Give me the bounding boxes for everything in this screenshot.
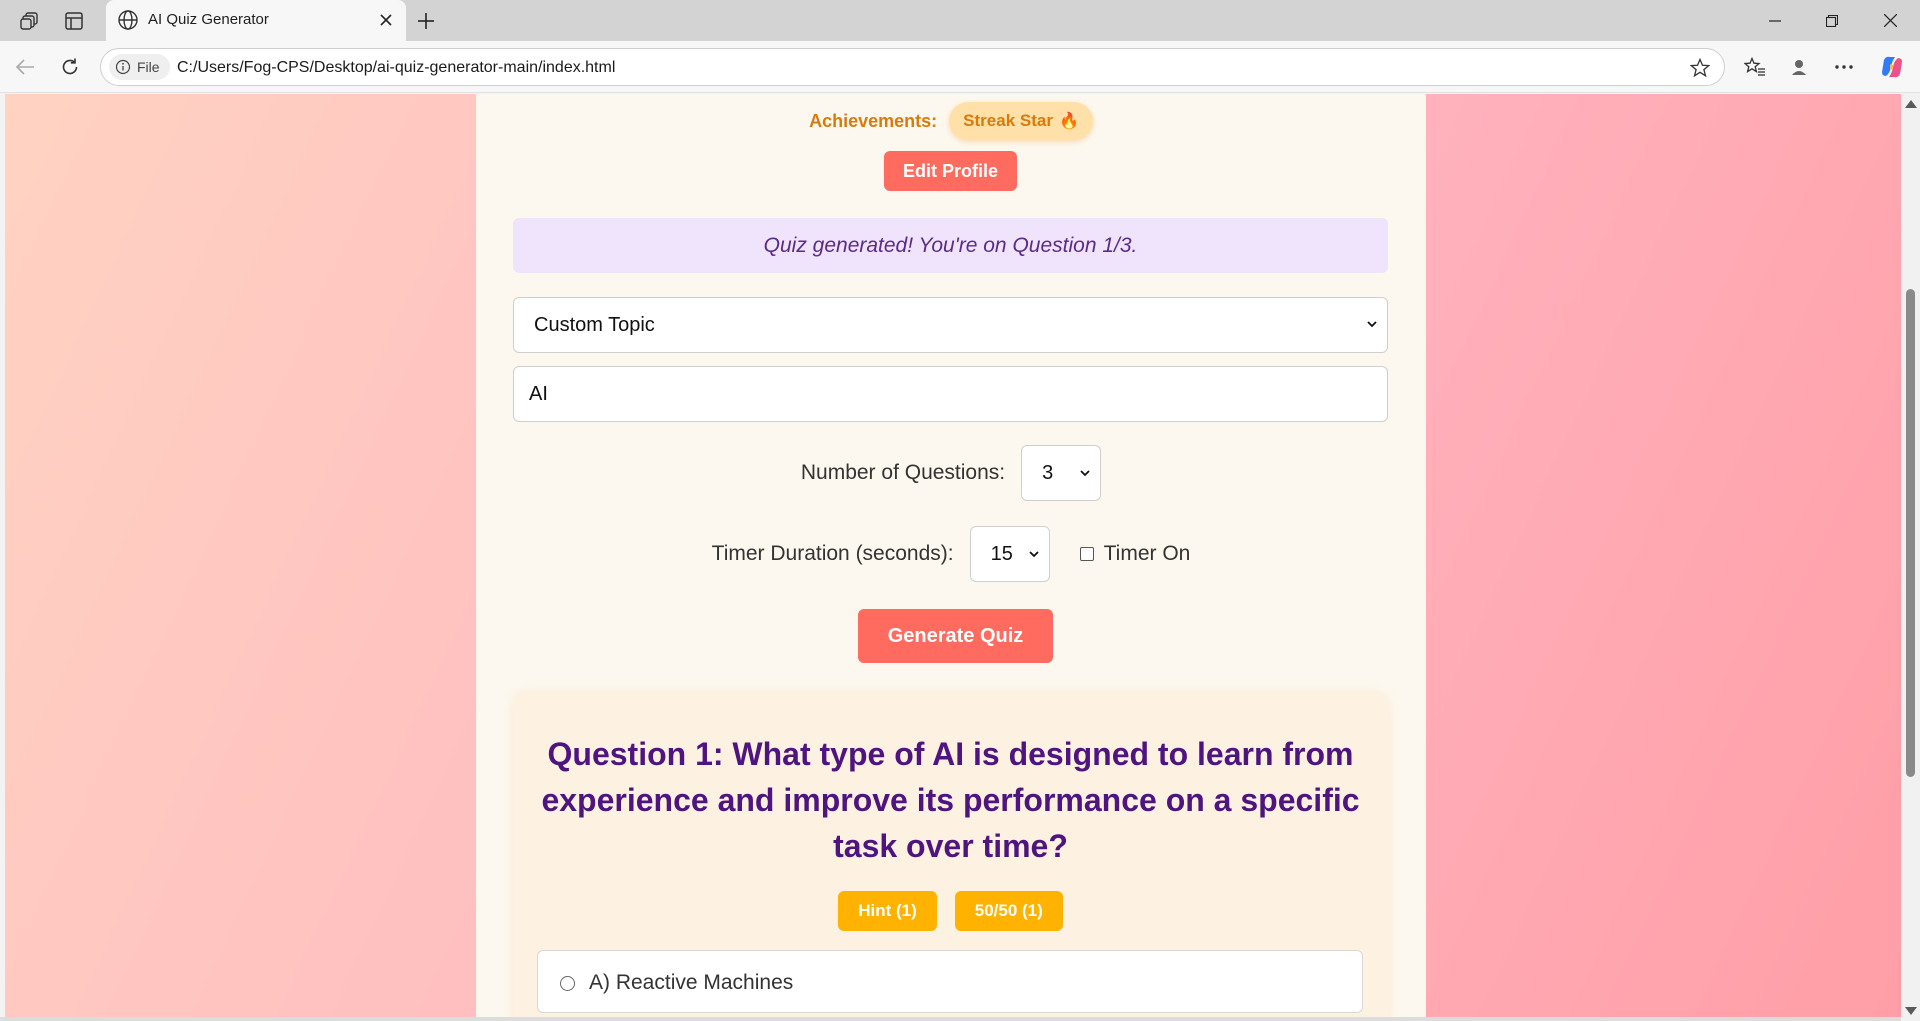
timer-on-checkbox[interactable] (1079, 547, 1094, 561)
scroll-down-arrow-icon[interactable] (1905, 1007, 1917, 1015)
edit-profile-button[interactable]: Edit Profile (884, 151, 1017, 191)
window-bottom-edge (0, 1017, 1901, 1021)
lifeline-row: Hint (1) 50/50 (1) (513, 891, 1388, 931)
site-info-button[interactable]: File (109, 54, 170, 80)
fire-icon: 🔥 (1058, 113, 1079, 130)
topic-select[interactable]: Custom Topic (513, 297, 1388, 353)
minimize-icon[interactable] (1747, 0, 1803, 41)
achievements-label: Achievements: (809, 110, 938, 131)
back-icon[interactable] (10, 52, 40, 82)
profile-icon[interactable] (1784, 52, 1814, 82)
question-text: Question 1: What type of AI is designed … (541, 736, 1360, 864)
page-scrollbar[interactable] (1901, 94, 1920, 1021)
scrollbar-thumb[interactable] (1906, 289, 1915, 777)
favorites-icon[interactable] (1740, 52, 1770, 82)
topic-select-value: Custom Topic (534, 314, 655, 336)
close-window-icon[interactable] (1862, 0, 1918, 41)
tab-title: AI Quiz Generator (148, 11, 269, 28)
copilot-icon[interactable] (1877, 52, 1907, 82)
num-questions-value: 3 (1042, 462, 1054, 484)
achievement-badge: Streak Star 🔥 (949, 102, 1093, 140)
browser-titlebar: AI Quiz Generator (0, 0, 1920, 41)
num-questions-row: Number of Questions: 3 (476, 445, 1426, 501)
badge-label: Streak Star (963, 111, 1053, 130)
workspaces-icon[interactable] (17, 8, 43, 34)
main-card: Achievements: Streak Star 🔥 Edit Profile… (476, 94, 1426, 1017)
option-label: A) Reactive Machines (589, 971, 794, 994)
custom-topic-value: AI (529, 383, 548, 405)
scroll-up-arrow-icon[interactable] (1905, 100, 1917, 108)
hint-button[interactable]: Hint (1) (838, 891, 937, 931)
timer-duration-value: 15 (990, 543, 1013, 565)
browser-tab[interactable]: AI Quiz Generator (106, 0, 406, 41)
refresh-icon[interactable] (55, 52, 85, 82)
timer-duration-label: Timer Duration (seconds): (711, 542, 954, 565)
answer-option[interactable]: A) Reactive Machines (537, 950, 1363, 1013)
globe-icon (117, 9, 139, 31)
chevron-down-icon (1028, 551, 1039, 558)
achievements-row: Achievements: Streak Star 🔥 (476, 102, 1426, 140)
new-tab-icon[interactable] (412, 7, 440, 35)
browser-toolbar: File C:/Users/Fog-CPS/Desktop/ai-quiz-ge… (0, 41, 1920, 93)
custom-topic-input[interactable]: AI (513, 366, 1388, 422)
address-bar[interactable]: File C:/Users/Fog-CPS/Desktop/ai-quiz-ge… (100, 48, 1725, 86)
url-text: C:/Users/Fog-CPS/Desktop/ai-quiz-generat… (177, 59, 616, 76)
close-tab-icon[interactable] (374, 8, 398, 32)
timer-duration-select[interactable]: 15 (969, 526, 1050, 582)
question-card: Question 1: What type of AI is designed … (513, 691, 1388, 1017)
generate-quiz-button[interactable]: Generate Quiz (858, 609, 1053, 663)
vertical-tabs-icon[interactable] (61, 8, 87, 34)
info-icon (115, 59, 131, 75)
more-options-icon[interactable] (1829, 52, 1859, 82)
option-radio[interactable] (560, 976, 575, 991)
chevron-down-icon (1367, 321, 1377, 328)
file-label: File (137, 59, 160, 75)
fifty-fifty-button[interactable]: 50/50 (1) (954, 891, 1063, 931)
timer-row: Timer Duration (seconds): 15 Timer On (476, 526, 1426, 582)
timer-on-label: Timer On (1103, 542, 1191, 565)
restore-icon[interactable] (1804, 0, 1860, 41)
status-message: Quiz generated! You're on Question 1/3. (513, 218, 1388, 273)
num-questions-select[interactable]: 3 (1021, 445, 1102, 501)
chevron-down-icon (1080, 470, 1090, 477)
favorite-star-icon[interactable] (1688, 56, 1712, 80)
page-viewport: Achievements: Streak Star 🔥 Edit Profile… (5, 94, 1901, 1017)
num-questions-label: Number of Questions: (800, 461, 1006, 484)
